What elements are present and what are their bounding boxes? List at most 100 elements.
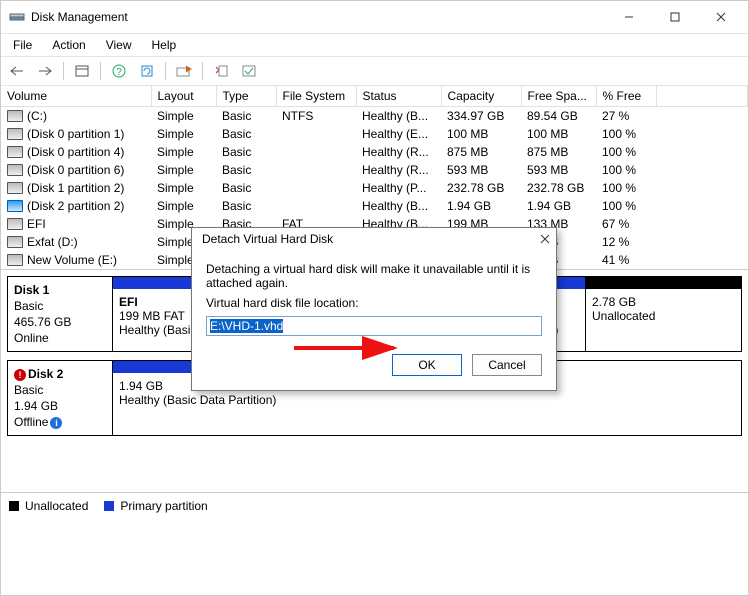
cell-free: 875 MB: [521, 143, 596, 161]
legend-unallocated: Unallocated: [25, 499, 88, 513]
refresh-button[interactable]: [135, 59, 159, 83]
warning-icon: !: [14, 369, 26, 381]
cell-type: Basic: [216, 197, 276, 215]
cell-pct: 100 %: [596, 197, 656, 215]
svg-text:?: ?: [116, 67, 122, 78]
cell-status: Healthy (B...: [356, 197, 441, 215]
cell-layout: Simple: [151, 161, 216, 179]
cell-fs: [276, 197, 356, 215]
volume-name: (Disk 0 partition 4): [27, 145, 124, 159]
volume-icon: [7, 236, 23, 248]
menu-view[interactable]: View: [98, 36, 140, 54]
ok-button[interactable]: OK: [392, 354, 462, 376]
show-hide-console-button[interactable]: [70, 59, 94, 83]
properties-button[interactable]: [172, 59, 196, 83]
help-button[interactable]: ?: [107, 59, 131, 83]
info-icon: i: [50, 417, 62, 429]
separator: [165, 62, 166, 80]
menu-file[interactable]: File: [5, 36, 40, 54]
column-header[interactable]: % Free: [596, 86, 656, 107]
cell-layout: Simple: [151, 197, 216, 215]
cell-pct: 41 %: [596, 251, 656, 269]
disk-state: Offlinei: [14, 415, 106, 429]
cell-status: Healthy (R...: [356, 143, 441, 161]
cell-type: Basic: [216, 179, 276, 197]
partition-label: EFI: [119, 295, 138, 309]
menu-bar: File Action View Help: [1, 34, 748, 57]
column-header[interactable]: Type: [216, 86, 276, 107]
app-icon: [9, 9, 25, 25]
cell-free: 593 MB: [521, 161, 596, 179]
volume-row[interactable]: (Disk 2 partition 2)SimpleBasicHealthy (…: [1, 197, 748, 215]
column-header[interactable]: Free Spa...: [521, 86, 596, 107]
forward-button[interactable]: [33, 59, 57, 83]
cell-pct: 100 %: [596, 143, 656, 161]
cell-fs: [276, 161, 356, 179]
column-header[interactable]: Status: [356, 86, 441, 107]
cell-fs: [276, 179, 356, 197]
legend-primary: Primary partition: [120, 499, 207, 513]
cell-capacity: 100 MB: [441, 125, 521, 143]
cell-layout: Simple: [151, 125, 216, 143]
volume-name: (Disk 0 partition 1): [27, 127, 124, 141]
separator: [202, 62, 203, 80]
dialog-close-button[interactable]: [540, 234, 550, 244]
column-header[interactable]: Layout: [151, 86, 216, 107]
cancel-button[interactable]: Cancel: [472, 354, 542, 376]
volume-icon: [7, 182, 23, 194]
cell-pct: 27 %: [596, 107, 656, 126]
vhd-location-input[interactable]: E:\VHD-1.vhd: [206, 316, 542, 336]
menu-action[interactable]: Action: [44, 36, 93, 54]
volume-name: EFI: [27, 217, 46, 231]
menu-help[interactable]: Help: [144, 36, 185, 54]
separator: [63, 62, 64, 80]
unallocated-swatch: [9, 501, 19, 511]
dialog-message: Detaching a virtual hard disk will make …: [206, 262, 542, 290]
cell-pct: 12 %: [596, 233, 656, 251]
volume-row[interactable]: (Disk 0 partition 4) SimpleBasic Healthy (…: [1, 143, 748, 161]
maximize-button[interactable]: [652, 1, 698, 33]
partition-bar: [113, 277, 203, 289]
partition[interactable]: 2.78 GBUnallocated: [586, 277, 741, 351]
cell-type: Basic: [216, 143, 276, 161]
volume-row[interactable]: (Disk 0 partition 6)SimpleBasicHealthy (…: [1, 161, 748, 179]
close-button[interactable]: [698, 1, 744, 33]
title-bar: Disk Management: [1, 1, 748, 34]
cell-status: Healthy (R...: [356, 161, 441, 179]
cell-type: Basic: [216, 107, 276, 126]
open-button[interactable]: [209, 59, 233, 83]
cell-status: Healthy (E...: [356, 125, 441, 143]
volume-name: (Disk 0 partition 6): [27, 163, 124, 177]
window-title: Disk Management: [31, 10, 128, 24]
cell-free: 232.78 GB: [521, 179, 596, 197]
cell-status: Healthy (B...: [356, 107, 441, 126]
explore-button[interactable]: [237, 59, 261, 83]
back-button[interactable]: [5, 59, 29, 83]
cell-free: 100 MB: [521, 125, 596, 143]
volume-row[interactable]: (C:)SimpleBasicNTFSHealthy (B...334.97 G…: [1, 107, 748, 126]
cell-layout: Simple: [151, 143, 216, 161]
column-header[interactable]: Volume: [1, 86, 151, 107]
cell-fs: [276, 125, 356, 143]
cell-capacity: 334.97 GB: [441, 107, 521, 126]
column-header[interactable]: Capacity: [441, 86, 521, 107]
volume-name: New Volume (E:): [27, 253, 117, 267]
minimize-button[interactable]: [606, 1, 652, 33]
cell-status: Healthy (P...: [356, 179, 441, 197]
cell-pct: 100 %: [596, 179, 656, 197]
cell-pct: 100 %: [596, 125, 656, 143]
volume-name: Exfat (D:): [27, 235, 78, 249]
dialog-field-label: Virtual hard disk file location:: [206, 296, 542, 310]
volume-icon: [7, 200, 23, 212]
dialog-title: Detach Virtual Hard Disk: [202, 232, 540, 246]
volume-row[interactable]: (Disk 0 partition 1)SimpleBasicHealthy (…: [1, 125, 748, 143]
cell-pct: 100 %: [596, 161, 656, 179]
disk-management-window: Disk Management File Action View Help ? …: [0, 0, 749, 596]
volume-row[interactable]: (Disk 1 partition 2)SimpleBasicHealthy (…: [1, 179, 748, 197]
volume-icon: [7, 218, 23, 230]
volume-name: (Disk 1 partition 2): [27, 181, 124, 195]
column-header[interactable]: File System: [276, 86, 356, 107]
volume-icon: [7, 254, 23, 266]
disk-name: Disk 2: [28, 367, 63, 381]
cell-free: 89.54 GB: [521, 107, 596, 126]
